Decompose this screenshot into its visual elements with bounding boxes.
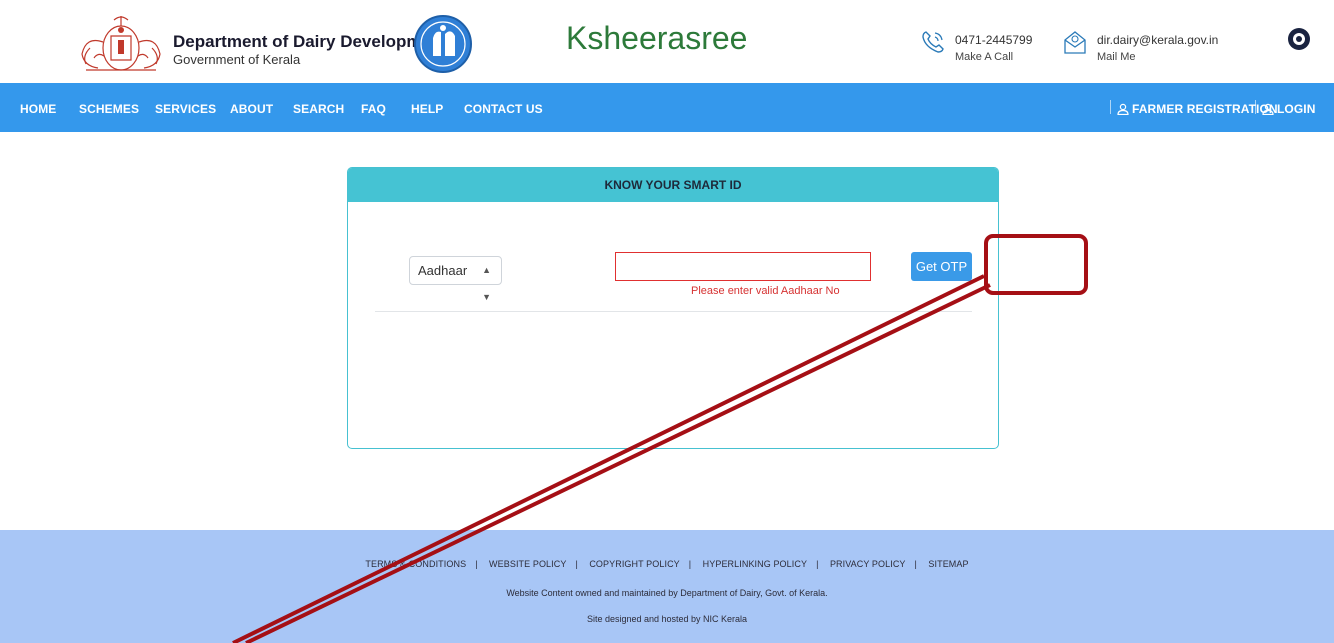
page: Department of Dairy Development Governme… [0,0,1334,643]
site-header: Department of Dairy Development Governme… [0,0,1334,83]
department-name: Department of Dairy Development [173,32,447,51]
footer-hosting: Site designed and hosted by NIC Kerala [586,614,748,624]
footer-link-privacy-policy[interactable]: PRIVACY POLICY [830,559,906,569]
phone-icon [922,31,944,53]
main-navbar: HOME SCHEMES SERVICES ABOUT SEARCH FAQ H… [0,83,1334,132]
dairy-department-logo-icon [414,15,472,73]
nav-about[interactable]: ABOUT [230,102,273,116]
nav-search[interactable]: SEARCH [293,102,344,116]
nav-contact-us[interactable]: CONTACT US [464,102,543,116]
phone-label: Make A Call [955,51,1014,63]
accessibility-icon[interactable] [1288,28,1310,50]
footer-link-terms[interactable]: TERMS & CONDITIONS [365,559,466,569]
phone-number: 0471-2445799 [955,33,1033,47]
department-subtitle: Government of Kerala [173,52,301,67]
footer-ownership: Website Content owned and maintained by … [506,588,828,598]
email-contact[interactable]: dir.dairy@kerala.gov.in Mail Me [1062,29,1222,69]
email-address: dir.dairy@kerala.gov.in [1097,33,1219,47]
validation-error: Please enter valid Aadhaar No [691,285,840,297]
card-title: KNOW YOUR SMART ID [348,168,998,202]
login-label: LOGIN [1277,102,1316,116]
select-arrows-icon: ▲ ▼ [482,265,491,302]
nav-help[interactable]: HELP [411,102,443,116]
user-icon [1262,103,1274,115]
footer-link-hyperlinking-policy[interactable]: HYPERLINKING POLICY [703,559,807,569]
footer-link-website-policy[interactable]: WEBSITE POLICY [489,559,566,569]
email-label: Mail Me [1097,51,1136,63]
footer-link-copyright-policy[interactable]: COPYRIGHT POLICY [589,559,679,569]
site-footer: TERMS & CONDITIONS | WEBSITE POLICY | COPY… [0,530,1334,643]
annotation-highlight-box [984,234,1088,295]
aadhaar-number-input[interactable] [615,252,871,281]
id-type-select[interactable]: Aadhaar ▲ ▼ [409,256,502,302]
footer-links: TERMS & CONDITIONS | WEBSITE POLICY | COPY… [365,559,969,569]
footer-link-sitemap[interactable]: SITEMAP [928,559,968,569]
site-title: Ksheerasree [566,20,748,56]
phone-contact[interactable]: 0471-2445799 Make A Call [920,29,1040,69]
nav-farmer-registration[interactable]: FARMER REGISTRATION [1117,102,1278,116]
nav-services[interactable]: SERVICES [155,102,216,116]
smart-id-card: KNOW YOUR SMART ID Aadhaar ▲ ▼ Please ent… [347,167,999,449]
nav-divider [1110,100,1111,114]
nav-faq[interactable]: FAQ [361,102,386,116]
user-icon [1117,103,1129,115]
mail-icon [1064,31,1086,54]
id-type-value: Aadhaar [418,263,468,278]
kerala-emblem-icon [81,16,161,71]
nav-home[interactable]: HOME [20,102,56,116]
nav-login[interactable]: LOGIN [1262,102,1316,116]
get-otp-button[interactable]: Get OTP [911,252,972,281]
nav-divider [1255,100,1256,114]
nav-schemes[interactable]: SCHEMES [79,102,139,116]
card-divider [375,311,972,312]
